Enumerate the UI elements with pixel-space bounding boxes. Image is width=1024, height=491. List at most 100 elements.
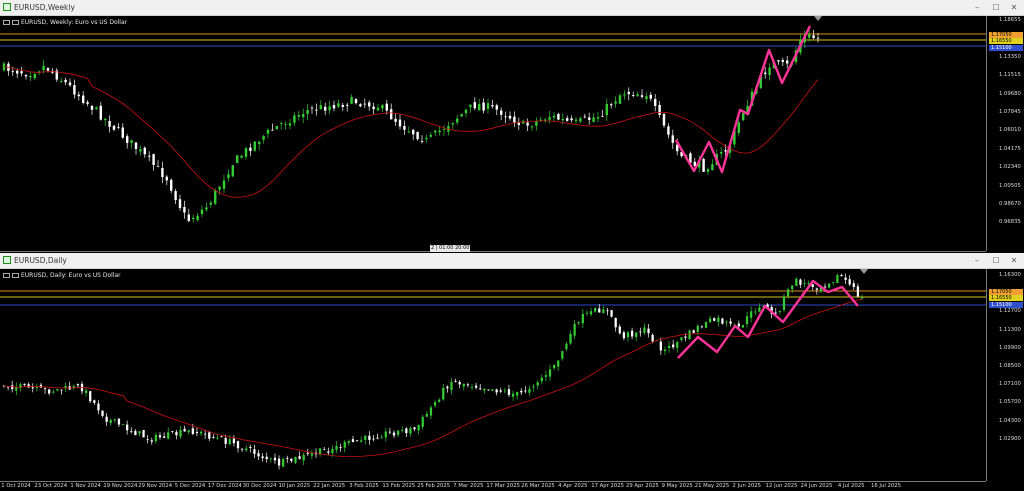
candle-body — [618, 326, 621, 334]
candle — [169, 178, 173, 194]
candle — [511, 390, 515, 401]
candle — [117, 418, 121, 427]
candle-body — [807, 34, 811, 38]
candle — [297, 110, 301, 121]
candle — [200, 205, 204, 218]
candle — [649, 91, 653, 102]
candle — [68, 381, 71, 390]
candle — [380, 434, 383, 439]
shift-marker-icon[interactable] — [860, 269, 868, 274]
candle-body — [513, 116, 516, 123]
candle-body — [583, 116, 587, 118]
candle-body — [737, 122, 741, 133]
candle — [741, 112, 745, 122]
minimize-button[interactable]: – — [968, 0, 986, 15]
candle-body — [504, 116, 507, 118]
candle-body — [277, 458, 281, 466]
candle-body — [420, 141, 424, 142]
candle — [639, 327, 642, 337]
time-tick-label: 5 Dec 2024 — [174, 483, 206, 489]
candle — [273, 453, 277, 464]
candle-body — [389, 109, 393, 120]
maximize-button[interactable]: ☐ — [987, 0, 1005, 15]
minimize-button[interactable]: – — [968, 253, 986, 268]
candle — [319, 100, 323, 110]
price-tick-label: 1.06010 — [999, 127, 1021, 134]
daily-price-plot[interactable] — [0, 269, 986, 481]
candle-body — [540, 377, 543, 382]
candle-body — [183, 206, 186, 213]
candle-body — [385, 103, 389, 111]
candle — [113, 419, 116, 423]
candle-body — [288, 123, 292, 126]
candle-body — [557, 114, 560, 120]
candle — [355, 440, 359, 442]
candle — [323, 102, 327, 116]
candle — [469, 104, 472, 113]
candle — [499, 387, 502, 394]
daily-chart-area[interactable]: EURUSD, Daily: Euro vs US Dollar 1.16300… — [0, 269, 1024, 491]
weekly-chart-area[interactable]: EURUSD, Weekly: Euro vs US Dollar 1.1865… — [0, 16, 1024, 261]
time-tick-label: 17 Dec 2024 — [207, 483, 242, 489]
weekly-price-plot[interactable] — [0, 16, 986, 251]
price-scale[interactable]: 1.18655 1.15100 1.13350 1.11515 1.09680 1.078… — [986, 16, 1024, 251]
candle-body — [763, 72, 767, 75]
candle-body — [398, 119, 402, 127]
candle-body — [261, 456, 264, 459]
candle-body — [298, 456, 301, 459]
candle — [454, 378, 457, 383]
candle — [680, 337, 683, 342]
maximize-button[interactable]: ☐ — [987, 253, 1005, 268]
candle — [491, 100, 494, 109]
shift-marker-icon[interactable] — [814, 16, 822, 21]
candle — [240, 448, 244, 452]
candle — [513, 111, 516, 127]
candle-body — [688, 330, 691, 339]
candle-body — [429, 134, 433, 137]
candle-icon — [12, 273, 19, 278]
candle — [631, 91, 635, 98]
candle-body — [520, 390, 523, 393]
candle-body — [631, 95, 635, 96]
weekly-titlebar[interactable]: EURUSD,Weekly – ☐ ✕ — [0, 0, 1024, 16]
candle-body — [183, 428, 186, 432]
price-tick-label: 1.07100 — [999, 381, 1021, 388]
candle — [318, 448, 322, 457]
close-button[interactable]: ✕ — [1005, 0, 1023, 15]
candle — [672, 339, 675, 350]
candle-body — [187, 214, 191, 221]
candle-body — [466, 384, 470, 386]
candle — [640, 89, 644, 99]
candle-body — [143, 147, 147, 155]
candle-body — [711, 164, 714, 171]
candle — [618, 93, 622, 105]
candle-body — [768, 67, 771, 76]
weekly-chart-window[interactable]: EURUSD,Weekly – ☐ ✕ EURUSD, Weekly: Euro… — [0, 0, 1024, 261]
chart-window-icon — [3, 256, 11, 264]
candle-body — [27, 384, 30, 388]
candle-body — [598, 308, 601, 313]
candle-body — [706, 169, 710, 172]
candle — [781, 57, 785, 67]
candle — [212, 434, 215, 439]
candle-body — [236, 441, 240, 449]
close-button[interactable]: ✕ — [1005, 253, 1023, 268]
candle-body — [596, 117, 600, 119]
candle — [31, 383, 34, 393]
candle — [704, 321, 708, 329]
candle — [535, 117, 538, 131]
candle — [257, 449, 260, 461]
candle — [557, 112, 560, 121]
candle — [99, 101, 103, 121]
candle — [462, 383, 465, 391]
candle-body — [605, 103, 609, 116]
price-tick-label: 1.08500 — [999, 363, 1021, 369]
candle-body — [454, 381, 457, 382]
time-tick-label: 16 Jul 2025 — [871, 483, 901, 489]
daily-titlebar[interactable]: EURUSD,Daily – ☐ ✕ — [0, 253, 1024, 269]
daily-chart-window[interactable]: EURUSD,Daily – ☐ ✕ EURUSD, Daily: Euro v… — [0, 253, 1024, 491]
candle-body — [213, 190, 217, 204]
time-scale[interactable]: 1 Oct 2024 23 Oct 2024 1 Nov 2024 19 Nov 20… — [0, 481, 986, 491]
candle-body — [778, 311, 782, 313]
candle-body — [499, 110, 503, 115]
